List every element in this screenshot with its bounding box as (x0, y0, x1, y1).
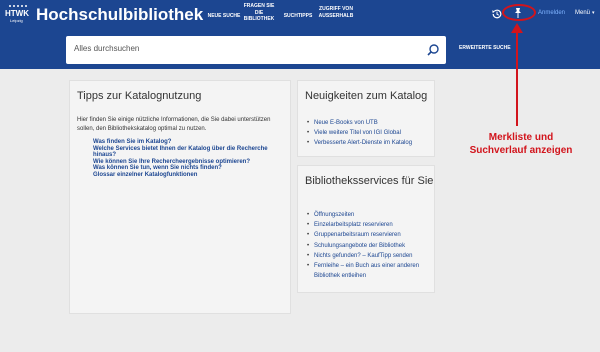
logo-text: HTWK (5, 9, 29, 18)
nav-remote-access[interactable]: ZUGRIFF VON AUSSERHALB (318, 6, 354, 19)
htwk-logo[interactable]: HTWK Leipzig (4, 3, 32, 27)
news-heading: Neuigkeiten zum Katalog (305, 90, 428, 102)
search-box[interactable] (66, 36, 446, 64)
logo-subtext: Leipzig (10, 18, 23, 23)
nav-ask-library[interactable]: FRAGEN SIE DIE BIBLIOTHEK (242, 3, 276, 23)
services-item[interactable]: Einzelarbeitsplatz reservieren (307, 220, 435, 230)
annotation-ring (502, 4, 536, 21)
tips-link[interactable]: Welche Services bietet Ihnen der Katalog… (93, 146, 283, 159)
annotation-text: Merkliste und Suchverlauf anzeigen (469, 132, 573, 156)
services-item[interactable]: Schulungsangebote der Bibliothek (307, 241, 435, 251)
site-title[interactable]: Hochschulbibliothek (36, 5, 203, 25)
news-panel: Neuigkeiten zum Katalog Neue E-Books von… (297, 80, 435, 157)
tips-panel: Tipps zur Katalognutzung Hier finden Sie… (69, 80, 291, 314)
nav-new-search[interactable]: NEUE SUCHE (207, 13, 241, 20)
services-item[interactable]: Nichts gefunden? – KaufTipp senden (307, 251, 435, 261)
news-item[interactable]: Viele weitere Titel von IGI Global (307, 128, 435, 138)
logo-dots (9, 5, 27, 7)
news-item[interactable]: Neue E-Books von UTB (307, 118, 435, 128)
services-item[interactable]: Gruppenarbeitsraum reservieren (307, 230, 435, 240)
tips-heading: Tipps zur Katalognutzung (77, 90, 202, 102)
services-list: Öffnungszeiten Einzelarbeitsplatz reserv… (307, 210, 435, 281)
news-list: Neue E-Books von UTB Viele weitere Titel… (307, 118, 435, 149)
menu-button[interactable]: Menü ▾ (575, 10, 595, 16)
services-heading: Bibliotheksservices für Sie (305, 175, 434, 187)
chevron-down-icon: ▾ (592, 10, 595, 16)
tips-list: Was finden Sie im Katalog? Welche Servic… (93, 139, 283, 178)
services-item[interactable]: Fernleihe – ein Buch aus einer anderen B… (307, 261, 435, 281)
advanced-search-link[interactable]: ERWEITERTE SUCHE (459, 45, 511, 51)
search-icon[interactable] (426, 43, 440, 57)
tips-intro: Hier finden Sie einige nützliche Informa… (77, 117, 271, 132)
services-item[interactable]: Öffnungszeiten (307, 210, 435, 220)
annotation-arrow (511, 23, 523, 126)
history-icon[interactable] (491, 8, 503, 20)
search-input[interactable] (74, 44, 414, 53)
news-item[interactable]: Verbesserte Alert-Dienste im Katalog (307, 138, 435, 148)
nav-search-tips[interactable]: SUCHTIPPS (282, 13, 314, 20)
tips-link[interactable]: Glossar einzelner Katalogfunktionen (93, 172, 283, 179)
services-panel: Bibliotheksservices für Sie Öffnungszeit… (297, 165, 435, 293)
menu-label: Menü (575, 10, 591, 16)
login-link[interactable]: Anmelden (538, 10, 565, 16)
